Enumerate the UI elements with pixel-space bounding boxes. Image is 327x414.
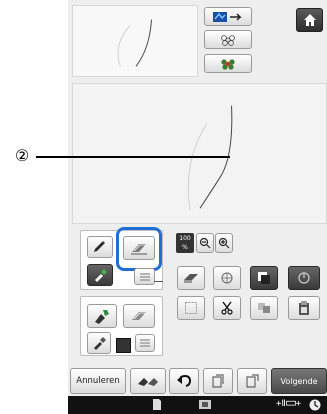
select-button[interactable] xyxy=(250,266,278,290)
next-button[interactable]: Volgende xyxy=(271,368,327,394)
line-separator xyxy=(154,281,163,282)
canvas-lines xyxy=(187,105,233,211)
stipple-settings-button[interactable] xyxy=(204,54,252,73)
power-icon xyxy=(298,272,310,284)
select-area-icon xyxy=(258,272,270,284)
fill-settings-button[interactable] xyxy=(204,30,252,49)
pen-tool-button[interactable] xyxy=(87,236,113,258)
next-label: Volgende xyxy=(280,376,318,386)
line-type-icon xyxy=(139,273,150,280)
zoom-out-button[interactable] xyxy=(196,233,214,253)
eyedropper-line-icon xyxy=(95,269,107,282)
select-all-button[interactable] xyxy=(177,296,205,320)
cancel-button[interactable]: Annuleren xyxy=(70,368,126,394)
document-icon xyxy=(153,399,161,410)
zoom-in-icon xyxy=(218,237,230,249)
eraser-button[interactable] xyxy=(177,266,205,290)
undo-icon xyxy=(177,374,192,387)
region-type-button[interactable] xyxy=(135,334,155,352)
home-button[interactable] xyxy=(296,8,323,32)
zoom-out-icon xyxy=(199,237,211,249)
cut-button[interactable] xyxy=(213,296,241,320)
zoom-level-unit: % xyxy=(182,244,188,251)
presser-foot-icon xyxy=(199,400,211,409)
eyedropper-region-icon xyxy=(94,337,106,350)
page-back-icon xyxy=(212,374,224,388)
line-color-button[interactable] xyxy=(87,264,113,286)
region-color-button[interactable] xyxy=(87,332,111,354)
stamp-icon xyxy=(221,272,233,284)
region-brush-icon xyxy=(132,312,146,320)
line-type-button[interactable] xyxy=(134,268,155,285)
dashed-box-icon xyxy=(185,302,197,314)
pattern-preview xyxy=(72,5,198,77)
stitch-settings-button[interactable] xyxy=(204,7,252,26)
home-icon xyxy=(303,14,316,26)
cancel-label: Annuleren xyxy=(76,376,120,386)
preview-lines xyxy=(117,19,153,67)
stamp-button[interactable] xyxy=(213,266,241,290)
undo-button[interactable] xyxy=(169,368,199,394)
image-button[interactable] xyxy=(130,368,166,394)
thread-tension-indicator: +ǁ⊏⊐+ xyxy=(276,399,301,409)
undo-select-button[interactable] xyxy=(288,266,320,290)
callout-leader-line xyxy=(36,156,230,158)
copy-button[interactable] xyxy=(250,296,278,320)
zoom-level-value: 100 xyxy=(179,235,191,242)
region-color-swatch[interactable] xyxy=(116,338,131,353)
page-forward-icon xyxy=(246,374,259,388)
callout-number: ② xyxy=(14,146,30,165)
pencil-icon xyxy=(94,240,106,252)
fill-tool-button[interactable] xyxy=(87,304,117,328)
flower-filled-icon xyxy=(221,58,235,70)
scissors-icon xyxy=(221,301,233,315)
page-back-button[interactable] xyxy=(203,368,233,394)
clock-icon xyxy=(309,399,321,411)
zoom-level-badge[interactable]: 100 % xyxy=(176,233,194,253)
region-eraser-button[interactable] xyxy=(123,304,155,328)
stitch-area-icon xyxy=(213,11,242,22)
bucket-icon xyxy=(95,310,109,324)
status-bar: +ǁ⊏⊐+ xyxy=(68,396,327,414)
clipboard-icon xyxy=(299,301,309,315)
selected-tool-highlight xyxy=(116,227,162,271)
paste-button[interactable] xyxy=(288,296,320,320)
copy-icon xyxy=(258,303,270,313)
image-scan-icon xyxy=(138,378,158,386)
flower-outline-icon xyxy=(221,34,235,46)
drawing-canvas[interactable] xyxy=(72,83,327,224)
eraser-icon xyxy=(184,274,198,283)
region-type-icon xyxy=(140,339,150,347)
zoom-in-button[interactable] xyxy=(215,233,233,253)
page-forward-button[interactable] xyxy=(237,368,267,394)
